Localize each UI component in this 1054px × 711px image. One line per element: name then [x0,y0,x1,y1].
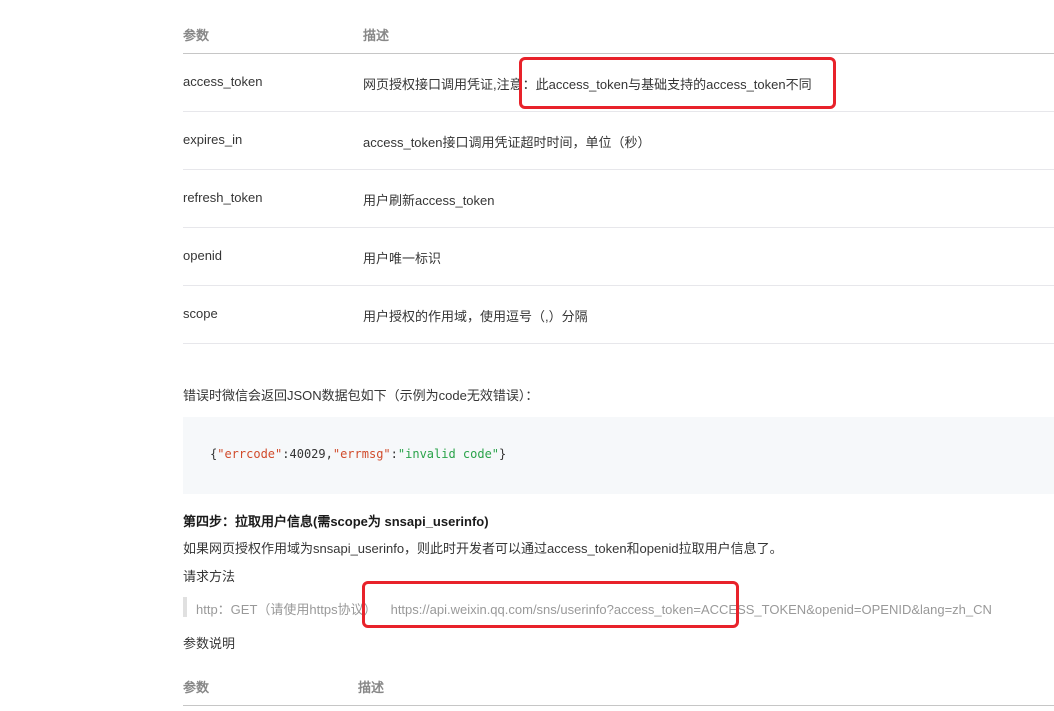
row-divider [183,227,1054,228]
request-method-label: 请求方法 [183,569,236,584]
table2-header-param: 参数 [183,680,210,695]
table-row-param: openid [183,248,223,263]
params-label: 参数说明 [183,636,236,651]
table-header-param: 参数 [183,28,210,43]
row-divider [183,169,1054,170]
table-row-desc: 用户唯一标识 [363,251,442,266]
row-divider [183,285,1054,286]
json-key-errcode: "errcode" [217,447,283,461]
json-example: {"errcode":40029,"errmsg":"invalid code"… [210,447,506,461]
request-line: http：GET（请使用https协议） https://api.weixin.q… [196,599,992,618]
error-intro-text: 错误时微信会返回JSON数据包如下（示例为code无效错误）： [183,388,539,403]
quote-bar [183,597,187,617]
json-value-errmsg: "invalid code" [397,447,500,461]
row-divider [183,111,1054,112]
json-value-errcode: 40029 [289,447,326,461]
code-block: {"errcode":40029,"errmsg":"invalid code"… [183,417,1054,494]
table2-header-desc: 描述 [358,680,385,695]
colon: : [282,447,290,461]
table-row-param: expires_in [183,132,243,147]
comma: , [325,447,333,461]
table-row-param: scope [183,306,218,321]
table-header-divider [183,53,1054,54]
table-row-desc: 用户刷新access_token [363,193,495,208]
table-row-desc: access_token接口调用凭证超时时间，单位（秒） [363,135,651,150]
table2-header-divider [183,705,1054,706]
colon: : [390,447,398,461]
table-header-desc: 描述 [363,28,390,43]
brace-close: } [499,447,507,461]
table-row-desc: 网页授权接口调用凭证,注意：此access_token与基础支持的access_… [363,77,812,92]
table-row-param: refresh_token [183,190,263,205]
request-prefix: http：GET（请使用https协议） [196,602,377,617]
row-divider [183,343,1054,344]
table-row-param: access_token [183,74,263,89]
step4-intro: 如果网页授权作用域为snsapi_userinfo，则此时开发者可以通过acce… [183,541,783,556]
json-key-errmsg: "errmsg" [332,447,391,461]
request-url[interactable]: https://api.weixin.qq.com/sns/userinfo?a… [391,602,992,617]
step4-heading: 第四步：拉取用户信息(需scope为 snsapi_userinfo) [183,514,489,529]
table-row-desc: 用户授权的作用域，使用逗号（,）分隔 [363,309,588,324]
